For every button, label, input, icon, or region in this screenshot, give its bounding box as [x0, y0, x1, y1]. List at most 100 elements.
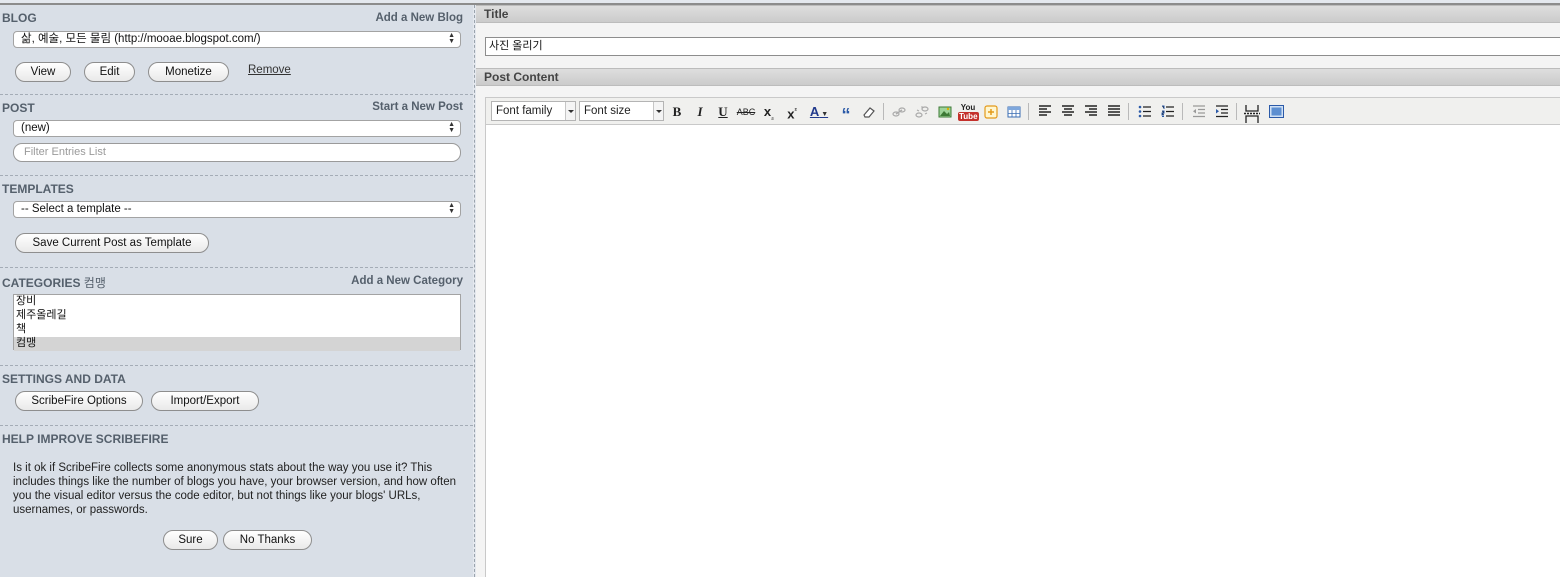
superscript-button[interactable]: x²	[782, 102, 802, 122]
filter-entries-input[interactable]: Filter Entries List	[13, 143, 461, 162]
panel-divider[interactable]	[474, 5, 475, 577]
insert-link-button[interactable]	[889, 102, 909, 122]
select-arrows-icon: ▲ ▼	[448, 32, 455, 45]
insert-table-button[interactable]	[1004, 102, 1024, 122]
strikethrough-button[interactable]: ABC	[736, 102, 756, 122]
post-section: POST Start a New Post (new) ▲ ▼	[0, 95, 473, 176]
fullscreen-icon	[1268, 105, 1284, 118]
current-category: 컴맹	[83, 276, 106, 290]
bold-button[interactable]: B	[667, 102, 687, 122]
title-label: Title	[476, 5, 1560, 23]
settings-section-title: SETTINGS AND DATA	[2, 372, 126, 386]
import-export-button[interactable]: Import/Export	[151, 391, 259, 411]
toolbar-separator	[1028, 103, 1029, 120]
page-break-icon	[1244, 105, 1260, 123]
indent-icon	[1216, 105, 1228, 118]
table-icon	[1007, 106, 1021, 118]
blockquote-button[interactable]: “	[836, 102, 856, 125]
templates-section: TEMPLATES -- Select a template -- ▲ ▼ Sav…	[0, 176, 473, 268]
insert-more-button[interactable]	[981, 102, 1001, 122]
font-size-label: Font size	[584, 105, 631, 117]
title-input[interactable]: 사진 올리기	[485, 37, 1560, 56]
category-option[interactable]: 책	[14, 323, 460, 337]
toolbar-separator	[883, 103, 884, 120]
save-as-template-button[interactable]: Save Current Post as Template	[15, 233, 209, 253]
blog-section-title: BLOG	[2, 11, 37, 25]
underline-button[interactable]: U	[713, 102, 733, 122]
monetize-button[interactable]: Monetize	[148, 62, 229, 82]
align-left-icon	[1039, 105, 1051, 116]
page-break-button[interactable]	[1242, 102, 1262, 123]
add-new-category-link[interactable]: Add a New Category	[351, 275, 463, 287]
align-right-icon	[1085, 105, 1097, 116]
toolbar-separator	[1182, 103, 1183, 120]
indent-button[interactable]	[1212, 102, 1232, 122]
categories-title-text: CATEGORIES	[2, 276, 81, 290]
select-arrows-icon: ▲ ▼	[448, 121, 455, 134]
text-color-label: A	[809, 104, 820, 119]
font-family-dropdown[interactable]: Font family	[491, 101, 576, 121]
view-blog-button[interactable]: View	[15, 62, 71, 82]
text-color-button[interactable]: A ▼	[806, 102, 832, 122]
bullet-list-icon	[1138, 105, 1151, 118]
help-description: Is it ok if ScribeFire collects some ano…	[13, 462, 457, 516]
insert-note-icon	[984, 105, 998, 119]
toolbar-separator	[1128, 103, 1129, 120]
help-section-title: HELP IMPROVE SCRIBEFIRE	[2, 432, 169, 446]
categories-list[interactable]: 장비 제주올레길 책 컴맹	[13, 294, 461, 351]
blog-select[interactable]: 삶, 예술, 모든 물림 (http://mooae.blogspot.com/…	[13, 31, 461, 48]
insert-image-button[interactable]	[935, 102, 955, 122]
edit-blog-button[interactable]: Edit	[84, 62, 135, 82]
post-content-editor[interactable]	[485, 125, 1560, 577]
subscript-button[interactable]: x₂	[759, 102, 779, 122]
sidebar: BLOG Add a New Blog 삶, 예술, 모든 물림 (http:/…	[0, 5, 473, 577]
template-select[interactable]: -- Select a template -- ▲ ▼	[13, 201, 461, 218]
numbered-list-button[interactable]	[1158, 102, 1178, 122]
eraser-icon	[863, 107, 875, 118]
outdent-button[interactable]	[1189, 102, 1209, 122]
template-select-value: -- Select a template --	[21, 203, 132, 215]
category-option[interactable]: 장비	[14, 295, 460, 309]
category-option[interactable]: 제주올레길	[14, 309, 460, 323]
chevron-down-icon: ▼	[819, 111, 829, 118]
post-select[interactable]: (new) ▲ ▼	[13, 120, 461, 137]
superscript-mark: ²	[794, 108, 797, 115]
post-select-value: (new)	[21, 122, 50, 134]
categories-section-title: CATEGORIES 컴맹	[2, 274, 106, 291]
no-thanks-button[interactable]: No Thanks	[223, 530, 312, 550]
bullet-list-button[interactable]	[1135, 102, 1155, 122]
sure-button[interactable]: Sure	[163, 530, 218, 550]
subscript-mark: ₂	[771, 114, 775, 122]
align-left-button[interactable]	[1035, 102, 1055, 122]
align-justify-button[interactable]	[1104, 102, 1124, 122]
font-family-label: Font family	[496, 105, 553, 117]
subscript-label: x	[763, 104, 772, 119]
start-new-post-link[interactable]: Start a New Post	[372, 101, 463, 113]
font-size-dropdown[interactable]: Font size	[579, 101, 664, 121]
blog-select-value: 삶, 예술, 모든 물림 (http://mooae.blogspot.com/…	[21, 33, 261, 45]
unlink-icon	[915, 106, 929, 118]
post-section-title: POST	[2, 101, 35, 115]
clear-formatting-button[interactable]	[859, 102, 879, 122]
post-content-label: Post Content	[476, 68, 1560, 86]
link-icon	[892, 107, 906, 117]
align-center-button[interactable]	[1058, 102, 1078, 122]
italic-button[interactable]: I	[690, 102, 710, 122]
align-center-icon	[1062, 105, 1074, 116]
dropdown-arrow-icon	[653, 102, 663, 120]
toolbar-separator	[1236, 103, 1237, 120]
add-new-blog-link[interactable]: Add a New Blog	[375, 12, 463, 24]
scribefire-options-button[interactable]: ScribeFire Options	[15, 391, 143, 411]
youtube-you-label: You	[960, 103, 976, 112]
image-icon	[938, 106, 952, 118]
fullscreen-button[interactable]	[1266, 102, 1286, 122]
align-right-button[interactable]	[1081, 102, 1101, 122]
insert-youtube-button[interactable]: You Tube	[958, 102, 979, 122]
select-arrows-icon: ▲ ▼	[448, 202, 455, 215]
outdent-icon	[1193, 105, 1205, 118]
youtube-tube-label: Tube	[958, 112, 979, 121]
numbered-list-icon	[1161, 105, 1174, 117]
remove-blog-link[interactable]: Remove	[248, 64, 291, 76]
unlink-button[interactable]	[912, 102, 932, 122]
category-option-selected[interactable]: 컴맹	[14, 337, 460, 351]
